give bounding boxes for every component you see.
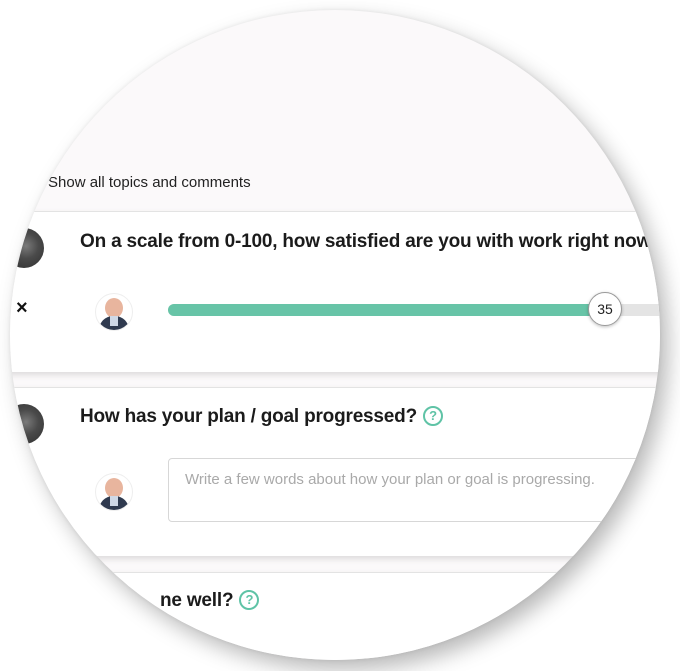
slider-fill — [168, 304, 604, 316]
satisfaction-slider[interactable] — [168, 304, 660, 316]
question-card-done-well — [10, 572, 660, 660]
question-title-text: ne well? — [160, 590, 234, 611]
question-title: On a scale from 0-100, how satisfied are… — [80, 231, 660, 253]
help-icon[interactable]: ? — [422, 406, 443, 426]
zoom-circle: Show all topics and comments On a scale … — [10, 10, 660, 660]
page-content: Show all topics and comments On a scale … — [10, 10, 660, 660]
question-title: ne well?? — [160, 590, 260, 612]
help-icon[interactable]: ? — [239, 590, 260, 610]
slider-handle[interactable]: 35 — [588, 292, 622, 326]
show-all-topics-link[interactable]: Show all topics and comments — [48, 174, 251, 191]
question-title: How has your plan / goal progressed?? — [80, 406, 443, 428]
user-avatar — [95, 293, 133, 331]
question-title-text: How has your plan / goal progressed? — [80, 406, 417, 427]
plan-progress-input[interactable] — [168, 458, 660, 522]
user-avatar — [95, 473, 133, 511]
close-icon[interactable]: × — [16, 297, 28, 320]
question-title-text: On a scale from 0-100, how satisfied are… — [80, 231, 660, 252]
